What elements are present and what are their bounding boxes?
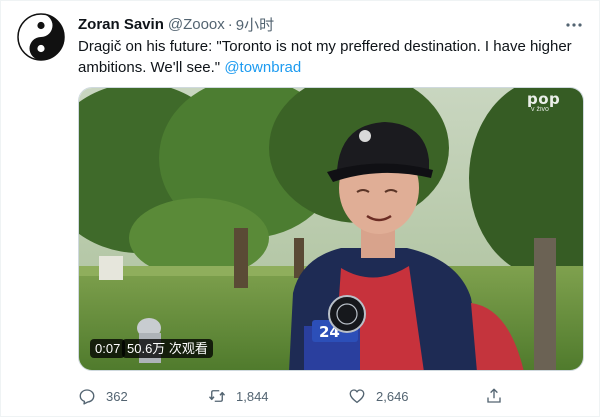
like-count: 2,646 (376, 388, 409, 404)
avatar[interactable] (17, 13, 65, 61)
retweet-count: 1,844 (236, 388, 269, 404)
retweet-button[interactable]: 1,844 (208, 385, 269, 407)
reply-icon (79, 389, 95, 405)
yin-yang-icon (17, 13, 65, 61)
more-options-button[interactable] (560, 11, 588, 39)
video-views-badge: 50.6万 次观看 (122, 339, 213, 358)
tweet-timestamp[interactable]: 9小时 (236, 14, 274, 35)
action-bar: 362 1,844 2,646 (78, 385, 508, 407)
channel-live-label: v živo (531, 106, 549, 113)
tweet-card: Zoran Savin @Zooox · 9小时 Dragič on his f… (0, 0, 600, 417)
tweet-header: Zoran Savin @Zooox · 9小时 (78, 14, 274, 34)
reply-count: 362 (106, 388, 128, 404)
more-icon (566, 23, 582, 27)
reply-button[interactable]: 362 (78, 385, 128, 407)
tweet-text: Dragič on his future: "Toronto is not my… (78, 36, 583, 78)
heart-icon (349, 389, 365, 404)
share-button[interactable] (485, 385, 503, 407)
separator-dot: · (227, 15, 233, 33)
author-name[interactable]: Zoran Savin (78, 16, 164, 33)
video-frame: 24 (79, 88, 583, 370)
mention-link[interactable]: @townbrad (224, 59, 301, 76)
like-button[interactable]: 2,646 (348, 385, 409, 407)
tweet-body: Dragič on his future: "Toronto is not my… (78, 38, 572, 76)
author-handle[interactable]: @Zooox (168, 16, 225, 33)
video-player[interactable]: 24 pop v živo 0:07 50.6万 次观看 (78, 87, 584, 371)
video-duration-badge: 0:07 (90, 339, 126, 358)
share-icon (487, 388, 501, 403)
retweet-icon (208, 390, 226, 402)
